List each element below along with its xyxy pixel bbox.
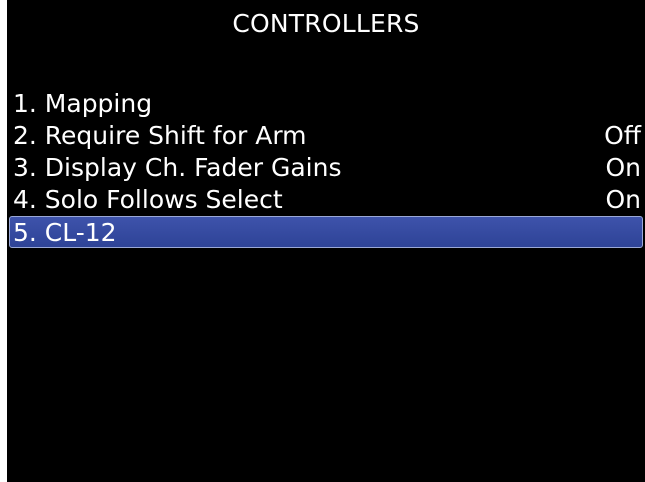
menu-item-label: 3. Display Ch. Fader Gains: [13, 153, 342, 182]
menu-item-display-ch-fader-gains[interactable]: 3. Display Ch. Fader Gains On: [7, 152, 645, 183]
lcd-screen: CONTROLLERS 1. Mapping 2. Require Shift …: [7, 0, 645, 482]
menu-item-label: 1. Mapping: [13, 89, 153, 118]
menu-item-label: 4. Solo Follows Select: [13, 185, 283, 214]
menu-item-value: Off: [604, 121, 641, 150]
menu-item-require-shift-for-arm[interactable]: 2. Require Shift for Arm Off: [7, 120, 645, 151]
menu-item-mapping[interactable]: 1. Mapping: [7, 88, 645, 119]
menu-item-label: 5. CL-12: [13, 217, 117, 247]
menu-item-label: 2. Require Shift for Arm: [13, 121, 307, 150]
settings-menu: 1. Mapping 2. Require Shift for Arm Off …: [7, 88, 645, 249]
menu-item-cl-12[interactable]: 5. CL-12: [9, 216, 643, 248]
menu-item-value: On: [605, 153, 641, 182]
page-title: CONTROLLERS: [232, 9, 420, 38]
menu-item-value: On: [605, 185, 641, 214]
menu-item-solo-follows-select[interactable]: 4. Solo Follows Select On: [7, 184, 645, 215]
